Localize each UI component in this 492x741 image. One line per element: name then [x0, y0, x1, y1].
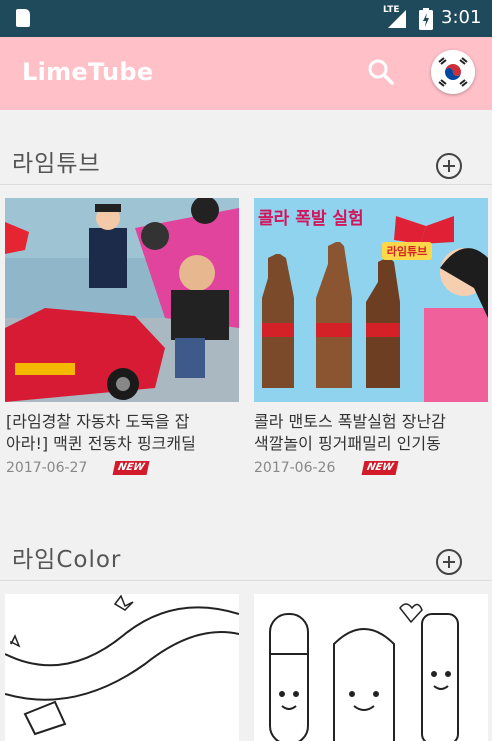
video-date: 2017-06-27 — [6, 460, 88, 476]
section-header: 라임Color — [0, 516, 492, 588]
section-title: 라임Color — [12, 547, 122, 573]
new-badge: NEW — [361, 461, 399, 475]
video-title-line: 아라!] 맥퀸 전동차 핑크캐딜 — [6, 434, 196, 453]
status-bar: LTE 3:01 — [0, 0, 492, 37]
divider — [0, 184, 492, 185]
app-bar: LimeTube — [0, 37, 492, 110]
new-badge: NEW — [112, 461, 150, 475]
video-date: 2017-06-26 — [254, 460, 336, 476]
video-title[interactable]: [라임경찰 자동차 도둑을 잡 아라!] 맥퀸 전동차 핑크캐딜 — [6, 411, 242, 455]
thumbnail-headline: 콜라 폭발 실험 — [258, 208, 364, 229]
app-title: LimeTube — [22, 58, 154, 86]
video-thumbnail[interactable] — [5, 594, 239, 741]
video-title-line: 색깔놀이 핑거패밀리 인기동 — [254, 434, 441, 453]
video-title-line: 콜라 맨토스 폭발실험 장난감 — [254, 412, 446, 431]
video-thumbnail[interactable] — [5, 198, 239, 402]
video-thumbnail[interactable]: 라임튜브 콜라 폭발 실험 — [254, 198, 488, 402]
video-title[interactable]: 콜라 맨토스 폭발실험 장난감 색깔놀이 핑거패밀리 인기동 — [254, 411, 490, 455]
clock: 3:01 — [441, 7, 482, 28]
search-icon[interactable] — [367, 58, 395, 86]
section-title: 라임튜브 — [12, 151, 101, 177]
content-area: 라임튜브 [라임경찰 자동차 도둑을 잡 아라!] 맥퀸 전동차 핑크캐딜 20… — [0, 110, 492, 741]
sd-card-icon — [16, 9, 30, 27]
divider — [0, 580, 492, 581]
video-title-line: [라임경찰 자동차 도둑을 잡 — [6, 412, 190, 431]
korea-flag-icon[interactable] — [431, 50, 475, 94]
thumbnail-logo: 라임튜브 — [387, 244, 427, 258]
battery-charging-icon — [419, 8, 433, 30]
add-circle-icon[interactable] — [435, 152, 463, 180]
add-circle-icon[interactable] — [435, 548, 463, 576]
signal-icon — [388, 10, 406, 28]
video-thumbnail[interactable] — [254, 594, 488, 741]
section-header: 라임튜브 — [0, 120, 492, 192]
